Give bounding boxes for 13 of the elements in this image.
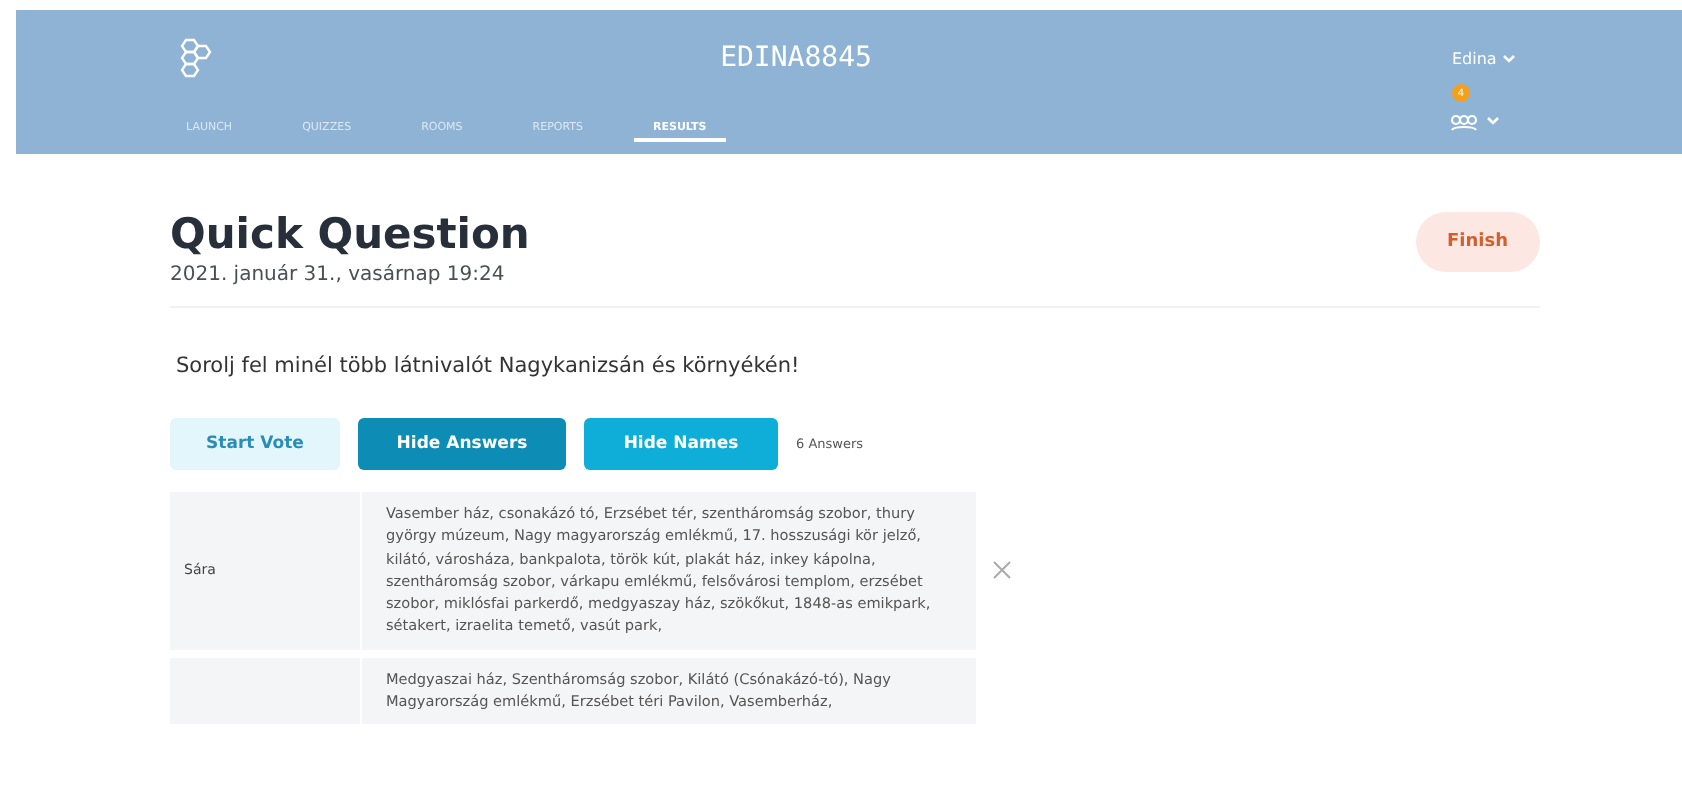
room-name: EDINA8845 bbox=[718, 42, 874, 74]
caret-icon bbox=[1502, 53, 1517, 63]
action-button[interactable]: Hide Names bbox=[584, 418, 778, 470]
hexagon-logo-icon[interactable] bbox=[176, 38, 212, 78]
action-button[interactable]: Hide Answers bbox=[358, 418, 566, 470]
user-menu[interactable]: Edina bbox=[1452, 49, 1682, 67]
caret-icon bbox=[1486, 115, 1500, 125]
action-button[interactable]: Start Vote bbox=[170, 418, 340, 470]
close-icon[interactable] bbox=[992, 560, 1012, 581]
page-title: Quick Question bbox=[170, 210, 530, 258]
question-text: Sorolj fel minél több látnivalót Nagykanizsán és környékén! bbox=[174, 352, 802, 378]
finish-button[interactable]: Finish bbox=[1415, 212, 1540, 272]
date-text: 2021. január 31., vasárnap 19:24 bbox=[170, 264, 507, 286]
